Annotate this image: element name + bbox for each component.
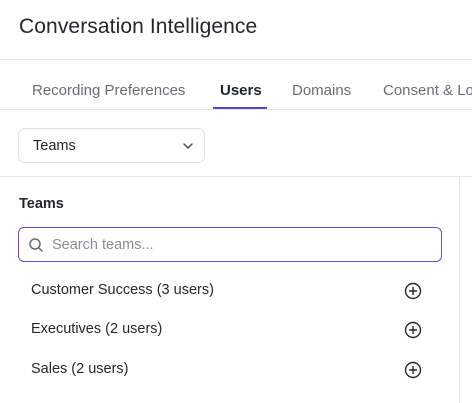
plus-circle-icon[interactable] (404, 321, 422, 339)
tab-domains[interactable]: Domains (292, 82, 351, 100)
active-tab-indicator (213, 107, 267, 109)
team-row-executives: Executives (2 users) (18, 311, 442, 347)
view-select-value: Teams (33, 138, 76, 154)
team-name: Executives (2 users) (31, 321, 163, 337)
panel-divider (459, 177, 460, 403)
page-header: Conversation Intelligence (0, 0, 472, 60)
search-icon (29, 238, 43, 252)
view-select[interactable]: Teams (18, 128, 205, 163)
team-row-customer-success: Customer Success (3 users) (18, 272, 442, 308)
section-divider (0, 176, 472, 177)
chevron-down-icon (183, 143, 193, 149)
tab-bar: Recording Preferences Users Domains Cons… (0, 60, 472, 110)
page-title: Conversation Intelligence (19, 15, 258, 38)
team-name: Customer Success (3 users) (31, 282, 214, 298)
tab-recording-preferences[interactable]: Recording Preferences (32, 82, 185, 100)
teams-section-title: Teams (19, 196, 64, 212)
tab-consent[interactable]: Consent & Lo (383, 82, 472, 100)
team-name: Sales (2 users) (31, 361, 129, 377)
plus-circle-icon[interactable] (404, 282, 422, 300)
team-row-sales: Sales (2 users) (18, 351, 442, 387)
tab-users[interactable]: Users (220, 82, 262, 100)
team-search-box[interactable] (18, 227, 442, 262)
plus-circle-icon[interactable] (404, 361, 422, 379)
team-search-input[interactable] (52, 234, 432, 256)
